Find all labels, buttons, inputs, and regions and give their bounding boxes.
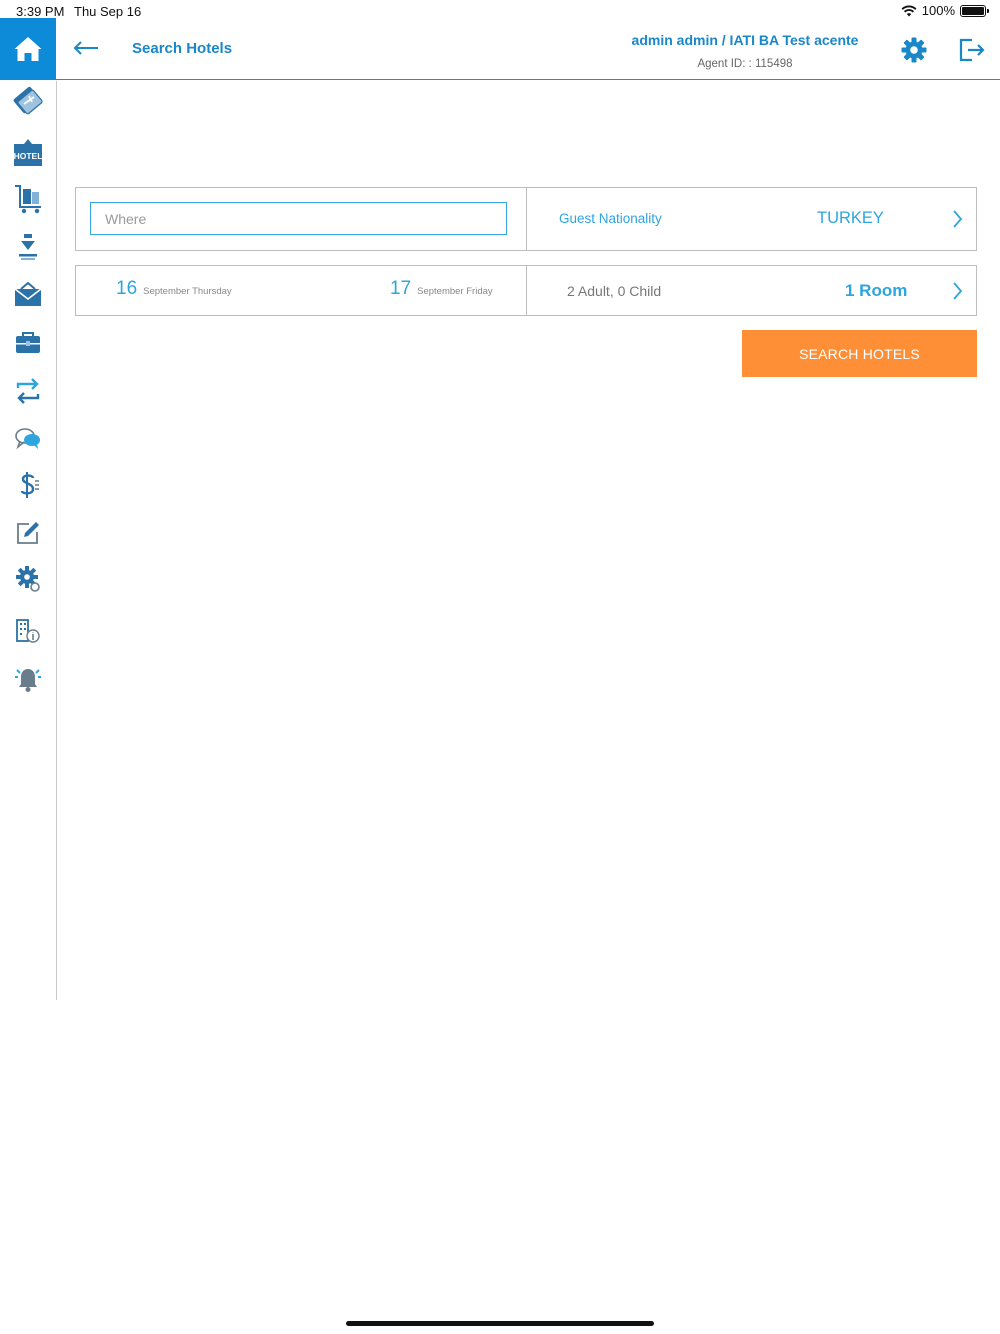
mail-icon — [14, 282, 42, 306]
where-input[interactable] — [90, 202, 507, 235]
hotel-icon: HOTEL — [14, 139, 43, 166]
status-right: 100% — [901, 3, 989, 18]
checkin-date[interactable]: 16 September Thursday — [116, 278, 232, 300]
app-root: 3:39 PM Thu Sep 16 100% Search Hotels ad… — [0, 0, 1000, 1334]
guests-rooms-selector[interactable]: 2 Adult, 0 Child 1 Room — [527, 266, 976, 315]
battery-icon — [960, 4, 989, 17]
sidebar-item-finance[interactable] — [8, 467, 48, 503]
checkout-day: 17 — [390, 278, 412, 299]
sidebar-item-hotel-info[interactable] — [8, 613, 48, 649]
alarm-bell-icon — [15, 669, 41, 692]
dates-cell: 16 September Thursday 17 September Frida… — [76, 266, 527, 315]
nationality-label: Guest Nationality — [559, 211, 662, 226]
back-button[interactable] — [70, 34, 102, 62]
destination-cell — [76, 188, 527, 250]
sidebar-item-messages[interactable] — [8, 277, 48, 313]
checkin-sub: September Thursday — [143, 286, 232, 297]
sidebar-item-hotel[interactable]: HOTEL — [8, 134, 48, 170]
app-header: Search Hotels admin admin / IATI BA Test… — [0, 18, 1000, 80]
briefcase-icon — [16, 332, 40, 353]
battery-percent: 100% — [921, 3, 955, 18]
sidebar-item-flights[interactable] — [8, 83, 48, 119]
checkout-date[interactable]: 17 September Friday — [390, 278, 493, 300]
home-button[interactable] — [0, 18, 56, 80]
sidebar-item-notes[interactable] — [8, 515, 48, 551]
search-hotels-button[interactable]: SEARCH HOTELS — [742, 330, 977, 377]
logout-button[interactable] — [957, 36, 987, 64]
sidebar-item-settings[interactable] — [8, 561, 48, 597]
sidebar-item-transfers[interactable] — [8, 181, 48, 217]
svg-text:HOTEL: HOTEL — [14, 151, 43, 161]
back-arrow-icon — [73, 41, 98, 55]
home-indicator[interactable] — [346, 1321, 654, 1326]
chevron-right-icon — [953, 282, 963, 300]
sidebar-item-downloads[interactable] — [8, 229, 48, 265]
nationality-selector[interactable]: Guest Nationality TURKEY — [527, 188, 976, 250]
sidebar-item-packages[interactable] — [8, 325, 48, 361]
logout-icon — [959, 38, 985, 62]
checkout-sub: September Friday — [417, 286, 493, 297]
currency-icon — [20, 472, 39, 498]
home-icon — [14, 37, 42, 61]
sidebar-item-chat[interactable] — [8, 421, 48, 457]
chevron-right-icon — [953, 210, 963, 228]
dates-guests-row: 16 September Thursday 17 September Frida… — [75, 265, 977, 316]
agent-id: Agent ID: : 115498 — [697, 58, 793, 70]
checkin-day: 16 — [116, 278, 138, 299]
status-date: Thu Sep 16 — [74, 4, 142, 19]
edit-icon — [17, 522, 39, 544]
sidebar-item-exchange[interactable] — [8, 373, 48, 409]
building-info-icon — [16, 619, 40, 643]
guests-summary: 2 Adult, 0 Child — [567, 283, 662, 299]
exchange-icon — [16, 378, 40, 404]
luggage-cart-icon — [15, 185, 41, 214]
flight-ticket-icon — [13, 86, 43, 115]
nationality-value: TURKEY — [817, 209, 884, 227]
status-time: 3:39 PM — [16, 4, 65, 19]
settings-gear-icon — [16, 566, 40, 592]
wifi-icon — [901, 5, 917, 16]
download-icon — [19, 234, 37, 260]
page-title: Search Hotels — [132, 40, 233, 57]
destination-row: Guest Nationality TURKEY — [75, 187, 977, 251]
rooms-count: 1 Room — [845, 281, 908, 300]
settings-button[interactable] — [900, 36, 928, 64]
gear-icon — [901, 37, 927, 63]
user-name: admin admin / IATI BA Test acente — [631, 32, 859, 48]
sidebar: HOTEL — [0, 81, 57, 1000]
sidebar-item-alerts[interactable] — [8, 661, 48, 697]
chat-icon — [15, 428, 40, 450]
